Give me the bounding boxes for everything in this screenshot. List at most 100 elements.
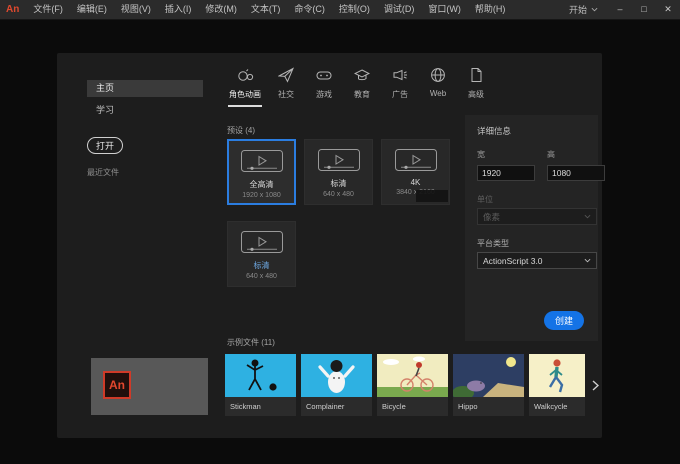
workspace-label: 开始 [568,5,587,15]
sample-card-bicycle[interactable]: Bicycle [377,354,448,416]
tab-underline [228,105,262,107]
menu-debug[interactable]: 调试(D) [377,0,422,19]
complainer-thumbnail [301,354,372,397]
tab-character-animation[interactable]: 角色动画 [223,65,267,107]
details-heading: 详细信息 [477,126,512,136]
preset-card-4k[interactable]: 4K 3840 x 2160 [381,139,450,205]
tooltip-overlay [416,190,448,202]
document-icon [468,65,484,83]
tab-label: 教育 [354,90,370,99]
units-value: 像素 [483,211,501,222]
preset-card-sd[interactable]: 标清 640 x 480 [304,139,373,205]
video-preset-icon [240,150,283,172]
preset-card-sd-2[interactable]: 标清 640 x 480 [227,221,296,287]
preset-card-fullhd[interactable]: 全高清 1920 x 1080 [227,139,296,205]
preset-name: 全高清 [249,180,274,189]
maximize-button[interactable]: □ [632,0,656,19]
video-preset-icon [394,149,437,171]
tab-label: Web [429,89,447,98]
height-label: 高 [547,150,555,159]
open-button[interactable]: 打开 [87,137,123,154]
preset-dimensions: 640 x 480 [246,273,277,280]
home-screen-panel: 主页 学习 打开 最近文件 角色动画 社交 游戏 教育 广告 Web 高级 预设… [57,53,605,438]
width-label: 宽 [477,150,485,159]
tab-underline [307,105,341,107]
globe-icon [430,65,446,83]
menubar: An 文件(F) 编辑(E) 视图(V) 插入(I) 修改(M) 文本(T) 命… [0,0,680,20]
video-preset-icon [240,231,283,253]
sidebar-item-label: 学习 [96,105,115,115]
platform-select[interactable]: ActionScript 3.0 [477,252,597,269]
tab-label: 社交 [278,90,294,99]
sidebar-item-home[interactable]: 主页 [87,80,203,97]
workspace-switcher[interactable]: 开始 [569,3,608,16]
tab-ads[interactable]: 广告 [381,65,419,107]
video-preset-icon [317,149,360,171]
sample-name: Bicycle [382,402,406,411]
preset-name: 4K [410,178,421,187]
presets-heading: 预设 (4) [227,126,255,135]
tab-label: 高级 [468,90,484,99]
samples-heading: 示例文件 (11) [227,338,275,347]
promo-banner[interactable]: An [91,358,208,415]
sample-card-complainer[interactable]: Complainer [301,354,372,416]
details-panel: 详细信息 宽 高 单位 像素 平台类型 ActionScript 3.0 [465,115,605,341]
category-tabs: 角色动画 社交 游戏 教育 广告 Web 高级 [223,65,495,107]
menu-help[interactable]: 帮助(H) [468,0,513,19]
platform-value: ActionScript 3.0 [483,255,543,266]
sample-card-stickman[interactable]: Stickman [225,354,296,416]
character-animation-icon [237,65,254,83]
samples-row: Stickman Complainer Bicycle Hippo Walkcy… [225,354,585,416]
menu-control[interactable]: 控制(O) [332,0,377,19]
chevron-right-icon [592,379,599,391]
preset-name: 标清 [330,179,347,188]
menu-insert[interactable]: 插入(I) [158,0,199,19]
sidebar-item-learn[interactable]: 学习 [87,102,203,119]
walkcycle-thumbnail [529,354,585,397]
tab-label: 角色动画 [229,90,261,99]
chevron-down-icon [584,258,591,263]
animate-logo: An [6,4,20,15]
tab-underline [459,105,493,107]
megaphone-icon [392,65,408,83]
tab-games[interactable]: 游戏 [305,65,343,107]
minimize-button[interactable]: – [608,0,632,19]
recent-files-label: 最近文件 [87,168,119,177]
width-input[interactable] [477,165,535,181]
sample-name: Hippo [458,402,478,411]
hippo-thumbnail [453,354,524,397]
menu-modify[interactable]: 修改(M) [198,0,244,19]
animate-logo-badge: An [103,371,131,399]
preset-dimensions: 640 x 480 [323,191,354,198]
sample-name: Stickman [230,402,261,411]
tab-web[interactable]: Web [419,65,457,107]
preset-dimensions: 1920 x 1080 [242,192,281,199]
tab-underline [269,105,303,107]
bicycle-thumbnail [377,354,448,397]
sample-card-walkcycle[interactable]: Walkcycle [529,354,585,416]
game-controller-icon [316,65,332,83]
menu-commands[interactable]: 命令(C) [287,0,332,19]
menu-file[interactable]: 文件(F) [26,0,70,19]
samples-next-button[interactable] [589,378,601,392]
sample-name: Complainer [306,402,345,411]
platform-label: 平台类型 [477,239,509,248]
paper-plane-icon [278,65,294,83]
sidebar-item-label: 主页 [96,83,115,93]
menu-text[interactable]: 文本(T) [244,0,288,19]
height-input[interactable] [547,165,605,181]
tab-advanced[interactable]: 高级 [457,65,495,107]
preset-name: 标清 [253,261,270,270]
menu-edit[interactable]: 编辑(E) [70,0,114,19]
tab-education[interactable]: 教育 [343,65,381,107]
tab-label: 游戏 [316,90,332,99]
units-label: 单位 [477,195,493,204]
create-button[interactable]: 创建 [544,311,584,330]
tab-label: 广告 [392,90,408,99]
sample-name: Walkcycle [534,402,568,411]
menu-view[interactable]: 视图(V) [114,0,158,19]
menu-window[interactable]: 窗口(W) [421,0,468,19]
tab-social[interactable]: 社交 [267,65,305,107]
sample-card-hippo[interactable]: Hippo [453,354,524,416]
close-button[interactable]: ✕ [656,0,680,19]
